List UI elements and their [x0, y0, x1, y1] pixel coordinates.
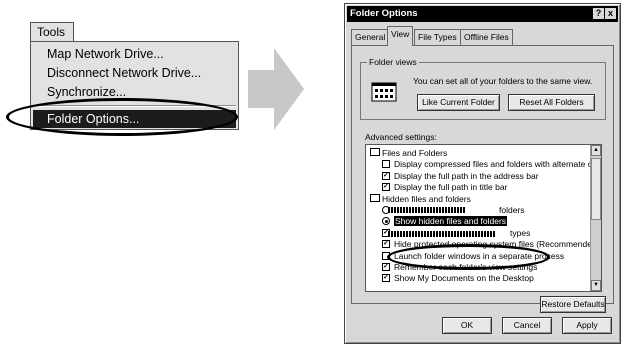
- scroll-down-icon[interactable]: ▼: [591, 280, 601, 291]
- folder-icon: [370, 193, 380, 202]
- restore-defaults-button[interactable]: Restore Defaults: [540, 296, 606, 313]
- folder-views-description: You can set all of your folders to the s…: [413, 76, 593, 86]
- folder-options-dialog: Folder Options ? x General View File Typ…: [344, 3, 621, 344]
- cancel-button[interactable]: Cancel: [502, 317, 552, 334]
- tools-menu-tab[interactable]: Tools: [30, 22, 74, 42]
- folder-icon: [370, 148, 380, 156]
- help-button[interactable]: ?: [593, 8, 604, 19]
- advanced-settings-list[interactable]: Files and Folders Display compressed file…: [365, 144, 602, 292]
- highlight-ellipse-show-hidden: [387, 244, 550, 270]
- advanced-setting-label: Display the full path in title bar: [394, 182, 508, 193]
- scrollbar-thumb[interactable]: [591, 158, 601, 220]
- advanced-settings-label: Advanced settings:: [365, 132, 437, 142]
- dialog-title: Folder Options: [350, 8, 418, 19]
- advanced-setting-label: Display compressed files and folders wit…: [394, 159, 602, 170]
- advanced-setting-label: Show My Documents on the Desktop: [394, 273, 534, 284]
- checkbox[interactable]: ✓: [382, 240, 390, 249]
- apply-button[interactable]: Apply: [562, 317, 612, 334]
- tools-menu-label: Tools: [37, 25, 66, 39]
- checkbox[interactable]: ✓: [382, 263, 390, 271]
- folder-views-group: Folder views You can set all of your fol…: [360, 57, 606, 120]
- dialog-titlebar[interactable]: Folder Options ? x: [347, 6, 618, 22]
- tab-offline-files[interactable]: Offline Files: [460, 29, 513, 46]
- tab-file-types[interactable]: File Types: [414, 29, 461, 46]
- view-tab-panel: Folder views You can set all of your fol…: [351, 45, 614, 313]
- checkbox[interactable]: ✓: [382, 274, 390, 283]
- advanced-settings-scrollbar[interactable]: ▲ ▼: [590, 145, 601, 291]
- reset-all-folders-button[interactable]: Reset All Folders: [508, 94, 595, 111]
- folder-view-icon: [371, 82, 397, 102]
- checkbox[interactable]: [382, 160, 390, 169]
- checkbox[interactable]: ✓: [382, 183, 390, 192]
- menu-item-disconnect-network-drive[interactable]: Disconnect Network Drive...: [47, 64, 201, 82]
- radio-button[interactable]: [382, 217, 390, 226]
- right-arrow-icon: [248, 48, 304, 130]
- tab-general[interactable]: General: [351, 29, 390, 46]
- advanced-setting-label: Hidden files and folders: [382, 193, 471, 204]
- menu-item-map-network-drive[interactable]: Map Network Drive...: [47, 45, 164, 63]
- folder-views-legend: Folder views: [367, 57, 419, 68]
- checkbox[interactable]: ✓: [382, 171, 390, 180]
- advanced-setting-label: Show hidden files and folders: [394, 216, 508, 227]
- close-button[interactable]: x: [605, 8, 616, 19]
- scroll-up-icon[interactable]: ▲: [591, 145, 601, 156]
- advanced-setting-label: Files and Folders: [382, 148, 448, 158]
- like-current-folder-button[interactable]: Like Current Folder: [417, 94, 500, 111]
- highlight-ellipse-menu: [6, 98, 238, 136]
- obscured-text-strip: [388, 207, 466, 213]
- tab-view[interactable]: View: [387, 26, 414, 46]
- advanced-setting-label: Display the full path in the address bar: [394, 170, 539, 181]
- obscured-text-strip: [388, 231, 496, 237]
- ok-button[interactable]: OK: [442, 317, 492, 334]
- advanced-setting-label: types: [510, 227, 531, 238]
- advanced-setting-label: folders: [499, 205, 525, 215]
